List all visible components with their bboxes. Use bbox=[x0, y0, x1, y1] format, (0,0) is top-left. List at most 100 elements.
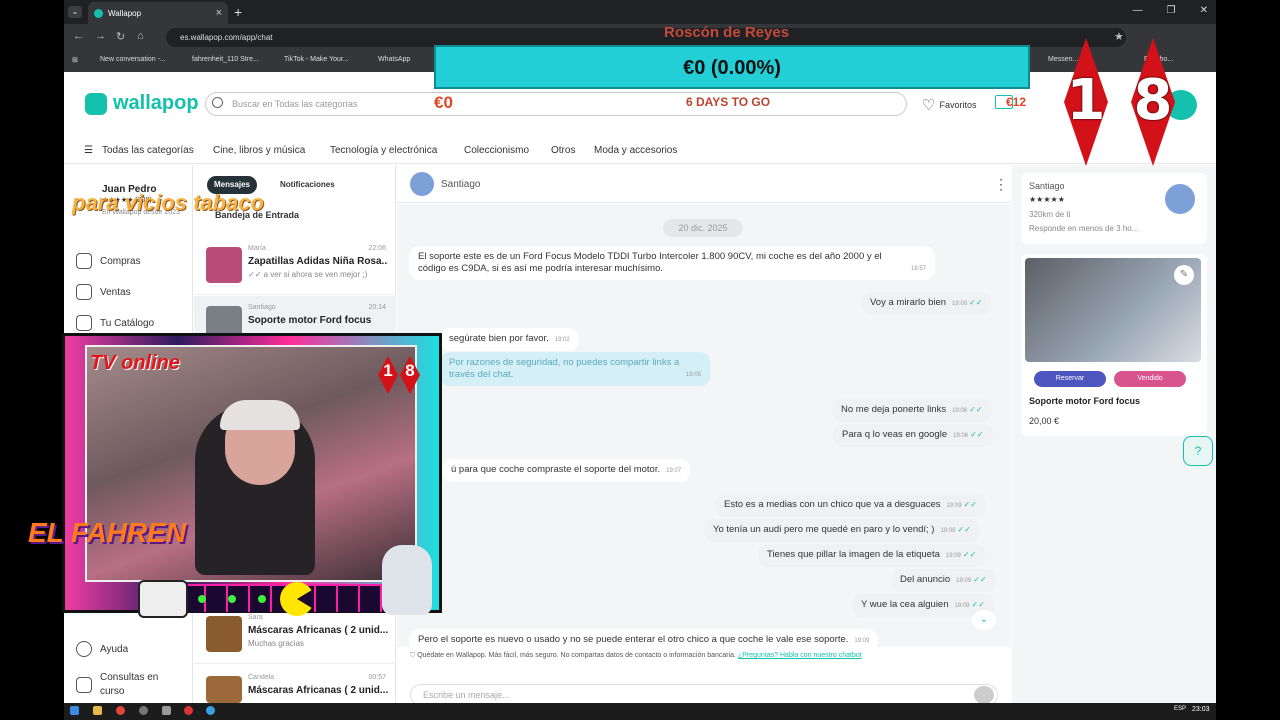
tab-notifications[interactable]: Notificaciones bbox=[280, 180, 335, 189]
message-text: código es C9DA, si es así me podría inte… bbox=[418, 263, 663, 274]
home-icon[interactable]: ⌂ bbox=[137, 30, 144, 42]
bookmark-item[interactable]: New conversation -... bbox=[100, 56, 166, 63]
chrome-icon[interactable] bbox=[116, 706, 125, 715]
back-icon[interactable]: ← bbox=[73, 30, 84, 42]
age-rating-digit: 1 bbox=[1066, 68, 1106, 133]
chat-header bbox=[397, 165, 1011, 203]
conversation-time: 20:14 bbox=[368, 304, 386, 311]
read-check-icon: ✓✓ bbox=[971, 600, 985, 609]
search-input[interactable]: Buscar en Todas las categorías bbox=[205, 92, 907, 116]
sidebar-item-ventas[interactable]: Ventas bbox=[76, 284, 131, 300]
message-time: 19:09 bbox=[956, 578, 972, 584]
sold-button[interactable]: Vendido bbox=[1114, 371, 1186, 387]
message-time: 19:07 bbox=[666, 468, 682, 474]
conversation-time: 22:06 bbox=[368, 245, 386, 252]
favorites-link[interactable]: ♡ Favoritos bbox=[922, 96, 976, 114]
seller-avatar[interactable] bbox=[1165, 184, 1195, 214]
minimize-icon[interactable]: — bbox=[1133, 5, 1143, 16]
category-all[interactable]: Todas las categorías bbox=[102, 145, 194, 156]
taskbar-app-icon[interactable] bbox=[206, 706, 215, 715]
message-text: Yo tenía un audi pero me quedé en paro y… bbox=[713, 524, 935, 535]
conversation-last-message: Muchas gracias bbox=[248, 639, 305, 648]
message-time: 19:09 bbox=[940, 528, 956, 534]
conversation-item[interactable]: María 22:06 Zapatillas Adidas Niña Rosa.… bbox=[194, 237, 396, 295]
new-tab-icon[interactable]: + bbox=[234, 4, 242, 20]
message-text: segúrate bien por favor. bbox=[449, 333, 549, 344]
message-time: 19:09 bbox=[954, 603, 970, 609]
apps-icon[interactable]: ⊞ bbox=[72, 56, 78, 64]
goal-target-amount: €12 bbox=[1006, 95, 1027, 109]
age-rating-digit: 8 bbox=[1133, 68, 1173, 133]
more-options-icon[interactable]: ⋮ bbox=[994, 176, 1008, 193]
message-time: 19:06 bbox=[952, 408, 968, 414]
taskbar-app-icon[interactable] bbox=[184, 706, 193, 715]
conversation-user: Candela bbox=[248, 674, 275, 681]
taskbar-clock[interactable]: 23:03 bbox=[1192, 706, 1210, 713]
read-check-icon: ✓✓ bbox=[957, 525, 971, 534]
message-text: ú para que coche compraste el soporte de… bbox=[451, 464, 661, 475]
browser-tab[interactable]: Wallapop × bbox=[88, 2, 228, 24]
maximize-icon[interactable]: ❐ bbox=[1167, 5, 1176, 16]
obs-icon[interactable] bbox=[139, 706, 148, 715]
bookmark-star-icon[interactable]: ★ bbox=[1114, 30, 1124, 43]
message-outgoing: Tienes que pillar la imagen de la etique… bbox=[758, 544, 986, 567]
conversation-title: Soporte motor Ford focus bbox=[248, 315, 372, 326]
logo-text: wallapop bbox=[113, 92, 199, 114]
bookmark-item[interactable]: Messen... bbox=[1048, 56, 1078, 63]
scroll-down-icon[interactable]: ⌄ bbox=[972, 610, 996, 630]
message-incoming: El soporte este es de un Ford Focus Mode… bbox=[409, 246, 935, 280]
forward-icon[interactable]: → bbox=[95, 30, 106, 42]
wallapop-logo[interactable]: wallapop bbox=[85, 92, 199, 115]
category-otros[interactable]: Otros bbox=[551, 145, 575, 156]
send-icon[interactable] bbox=[974, 686, 994, 704]
catalog-icon bbox=[76, 315, 92, 331]
language-indicator[interactable]: ESP bbox=[1174, 706, 1186, 712]
close-window-icon[interactable]: ✕ bbox=[1200, 5, 1208, 16]
seller-distance: 320km de ti bbox=[1029, 210, 1071, 219]
message-incoming: ú para que coche compraste el soporte de… bbox=[442, 459, 691, 482]
category-cine[interactable]: Cine, libros y música bbox=[213, 145, 305, 156]
bookmark-item[interactable]: fahrenheit_110 Stre... bbox=[192, 56, 259, 63]
notice-text: través del chat. bbox=[449, 369, 514, 380]
sidebar-item-consultas[interactable]: Consultas en curso bbox=[76, 671, 186, 699]
start-icon[interactable] bbox=[70, 706, 79, 715]
category-moda[interactable]: Moda y accesorios bbox=[594, 145, 677, 156]
conversation-time: 00:57 bbox=[368, 674, 386, 681]
safety-notice: ⛉ Quédate en Wallapop. Más fácil, más se… bbox=[410, 652, 862, 660]
conversation-item[interactable]: Candela 00:57 Máscaras Africanas ( 2 uni… bbox=[194, 666, 396, 703]
window-controls: — ❐ ✕ bbox=[1133, 5, 1208, 16]
sidebar-item-catalogo[interactable]: Tu Catálogo bbox=[76, 315, 154, 331]
donation-goal-title: Roscón de Reyes bbox=[664, 24, 790, 41]
bookmark-item[interactable]: TikTok - Make Your... bbox=[284, 56, 349, 63]
category-tecnologia[interactable]: Tecnología y electrónica bbox=[330, 145, 437, 156]
chatbot-link[interactable]: ¿Preguntas? Habla con nuestro chatbot bbox=[738, 652, 862, 659]
conversation-last-message: ✓✓ a ver si ahora se ven mejor ;) bbox=[248, 270, 368, 279]
conversation-thumbnail bbox=[206, 616, 242, 652]
product-title[interactable]: Soporte motor Ford focus bbox=[1029, 396, 1140, 406]
read-check-icon: ✓✓ bbox=[969, 405, 983, 414]
message-time: 19:02 bbox=[554, 337, 570, 343]
category-coleccionismo[interactable]: Coleccionismo bbox=[464, 145, 529, 156]
menu-icon[interactable]: ☰ bbox=[84, 145, 93, 156]
joystick-icon bbox=[138, 580, 188, 618]
edit-pencil-icon[interactable]: ✎ bbox=[1174, 265, 1194, 285]
tab-search-icon[interactable]: ⌄ bbox=[68, 6, 82, 18]
sidebar-item-ayuda[interactable]: Ayuda bbox=[76, 641, 128, 657]
message-time: 19:06 bbox=[953, 433, 969, 439]
contact-name[interactable]: Santiago bbox=[441, 179, 480, 190]
reserve-button[interactable]: Reservar bbox=[1034, 371, 1106, 387]
sidebar-item-compras[interactable]: Compras bbox=[76, 253, 141, 269]
tab-title: Wallapop bbox=[108, 8, 142, 18]
help-icon bbox=[76, 641, 92, 657]
reload-icon[interactable]: ↻ bbox=[116, 30, 125, 43]
conversation-title: Máscaras Africanas ( 2 unid... bbox=[248, 685, 388, 696]
message-time: 19:09 bbox=[854, 638, 870, 644]
close-tab-icon[interactable]: × bbox=[216, 7, 222, 19]
read-check-icon: ✓✓ bbox=[973, 575, 987, 584]
file-explorer-icon[interactable] bbox=[93, 706, 102, 715]
taskbar-app-icon[interactable] bbox=[162, 706, 171, 715]
contact-avatar[interactable] bbox=[410, 172, 434, 196]
help-chat-icon[interactable]: ? bbox=[1183, 436, 1213, 466]
message-outgoing: Del anuncio 19:09 ✓✓ bbox=[891, 569, 996, 592]
bookmark-item[interactable]: WhatsApp bbox=[378, 56, 410, 63]
